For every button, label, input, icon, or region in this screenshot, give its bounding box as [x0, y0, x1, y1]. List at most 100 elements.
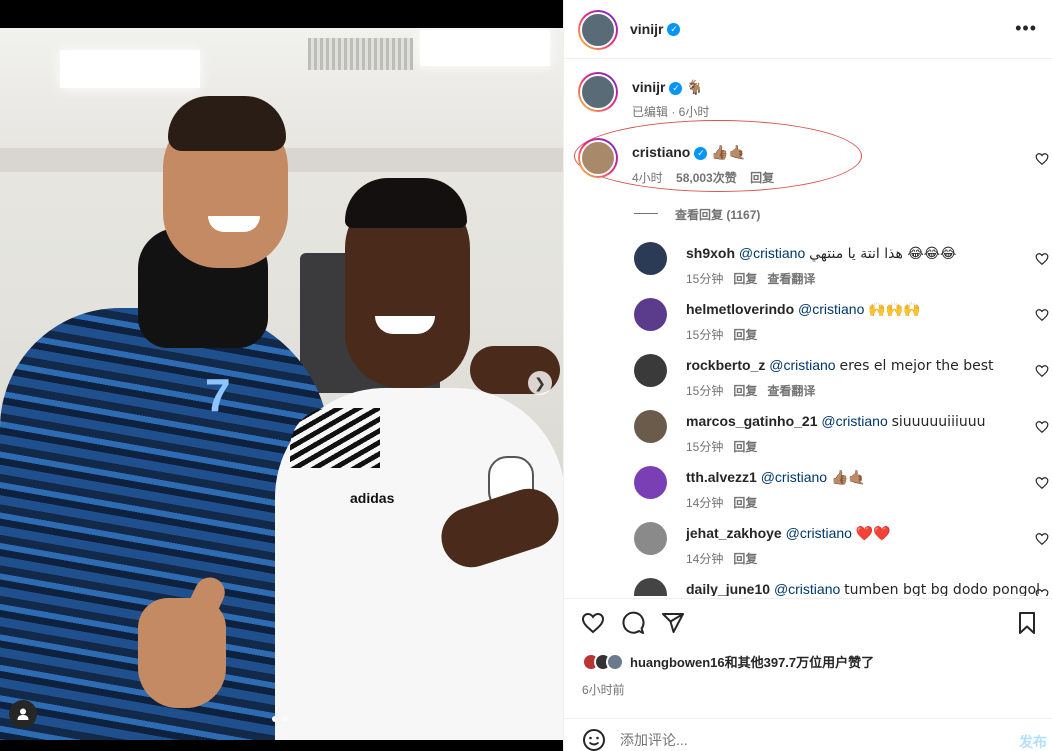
reply-mention[interactable]: @cristiano	[821, 413, 887, 429]
author-username[interactable]: vinijr	[630, 21, 663, 37]
reply-reply-button[interactable]: 回复	[733, 272, 757, 286]
reply-like-heart-icon[interactable]	[1035, 588, 1049, 596]
publish-button[interactable]: 发布	[1019, 732, 1047, 751]
emoji-icon[interactable]	[582, 728, 606, 751]
reply-mention[interactable]: @cristiano	[786, 525, 852, 541]
reply-text: eres el mejor the best	[839, 358, 994, 374]
share-icon[interactable]	[661, 611, 685, 635]
reply-username[interactable]: sh9xoh	[686, 245, 735, 261]
carousel-indicator	[272, 716, 288, 722]
reply-username[interactable]: jehat_zakhoye	[686, 525, 782, 541]
photo-shirt-stripes	[290, 408, 380, 468]
reply-text: 👍🏽🤙🏽	[830, 470, 866, 486]
photo-person-right-smile	[375, 316, 435, 334]
likes-summary-row: huangbowen16和其他397.7万位用户赞了	[582, 652, 874, 671]
photo-ceiling-light	[420, 30, 550, 66]
reply-like-heart-icon[interactable]	[1035, 532, 1049, 546]
caption-author-avatar[interactable]	[578, 72, 618, 112]
caption-username[interactable]: vinijr	[632, 79, 665, 95]
tagged-users-button[interactable]	[9, 700, 37, 728]
reply-avatar[interactable]	[634, 466, 667, 499]
reply-like-heart-icon[interactable]	[1035, 364, 1049, 378]
author-name-row: vinijr ✓	[630, 21, 681, 39]
reply-translate-button[interactable]: 查看翻译	[767, 384, 815, 398]
post-header: vinijr ✓ •••	[564, 0, 1052, 59]
reply-username[interactable]: daily_june10	[686, 581, 770, 596]
heart-icon[interactable]	[581, 611, 605, 635]
caption-line: vinijr ✓ 🐐	[632, 79, 704, 96]
photo-ceiling-light	[60, 50, 200, 88]
more-options-icon[interactable]: •••	[1015, 18, 1037, 39]
comment-like-heart-icon[interactable]	[1035, 152, 1049, 166]
reply-text: ❤️❤️	[855, 526, 891, 542]
carousel-dot	[282, 716, 288, 722]
reply-username[interactable]: rockberto_z	[686, 357, 765, 373]
comment-likes[interactable]: 58,003次赞	[676, 171, 737, 185]
reply-avatar[interactable]	[634, 242, 667, 275]
comment-input[interactable]	[620, 728, 960, 751]
reply-reply-button[interactable]: 回复	[733, 496, 757, 510]
caption-text: 🐐	[686, 80, 704, 96]
comment-icon[interactable]	[621, 611, 645, 635]
reply-line: tth.alvezz1 @cristiano 👍🏽🤙🏽	[686, 469, 866, 486]
comment-meta: 4小时 58,003次赞 回复	[632, 169, 774, 186]
reply-mention[interactable]: @cristiano	[761, 469, 827, 485]
reply-mention[interactable]: @cristiano	[739, 245, 805, 261]
reply-row: tth.alvezz1 @cristiano 👍🏽🤙🏽 14分钟 回复	[564, 456, 1052, 510]
reply-line: jehat_zakhoye @cristiano ❤️❤️	[686, 525, 891, 542]
reply-avatar[interactable]	[634, 298, 667, 331]
reply-time: 15分钟	[686, 272, 724, 286]
reply-username[interactable]: helmetloverindo	[686, 301, 794, 317]
reply-avatar[interactable]	[634, 354, 667, 387]
reply-row: rockberto_z @cristiano eres el mejor the…	[564, 344, 1052, 398]
bookmark-icon[interactable]	[1015, 611, 1039, 635]
reply-text: siuuuuuiiiuuu	[891, 414, 986, 430]
comment-username[interactable]: cristiano	[632, 144, 690, 160]
shirt-brand-logo: adidas	[350, 490, 395, 506]
liker-avatar[interactable]	[606, 652, 624, 671]
reply-line: rockberto_z @cristiano eres el mejor the…	[686, 357, 993, 374]
reply-avatar[interactable]	[634, 410, 667, 443]
reply-line: daily_june10 @cristiano tumben bgt bg do…	[686, 581, 1040, 596]
reply-like-heart-icon[interactable]	[1035, 308, 1049, 322]
replies-divider	[634, 213, 658, 214]
reply-row: daily_june10 @cristiano tumben bgt bg do…	[564, 568, 1052, 596]
next-photo-button[interactable]: ❯	[528, 371, 552, 395]
reply-mention[interactable]: @cristiano	[769, 357, 835, 373]
reply-like-heart-icon[interactable]	[1035, 252, 1049, 266]
reply-reply-button[interactable]: 回复	[733, 384, 757, 398]
comment-reply-button[interactable]: 回复	[750, 171, 774, 185]
reply-line: marcos_gatinho_21 @cristiano siuuuuuiiiu…	[686, 413, 985, 430]
verified-badge-icon: ✓	[669, 81, 683, 95]
comment-line: cristiano ✓ 👍🏽🤙🏽	[632, 144, 746, 161]
verified-badge-icon: ✓	[694, 146, 708, 160]
reply-reply-button[interactable]: 回复	[733, 552, 757, 566]
photo-person-left-hair	[168, 96, 286, 151]
reply-line: helmetloverindo @cristiano 🙌🙌🙌	[686, 301, 921, 318]
reply-time: 14分钟	[686, 552, 724, 566]
commenter-avatar[interactable]	[578, 138, 618, 178]
reply-translate-button[interactable]: 查看翻译	[767, 272, 815, 286]
reply-avatar[interactable]	[634, 522, 667, 555]
comment-bar: 发布	[564, 718, 1052, 751]
reply-row: sh9xoh @cristiano هذا انتة يا منتهي 😂😂😂 1…	[564, 232, 1052, 286]
reply-username[interactable]: tth.alvezz1	[686, 469, 757, 485]
post-photo[interactable]: 7 adidas	[0, 28, 563, 740]
reply-avatar[interactable]	[634, 578, 667, 596]
reply-mention[interactable]: @cristiano	[798, 301, 864, 317]
view-replies-button[interactable]: 查看回复 (1167)	[675, 206, 760, 223]
post-media: 7 adidas ❯	[0, 0, 563, 751]
reply-username[interactable]: marcos_gatinho_21	[686, 413, 818, 429]
author-avatar[interactable]	[578, 10, 618, 50]
jersey-number: 7	[205, 369, 231, 421]
reply-mention[interactable]: @cristiano	[774, 581, 840, 596]
reply-reply-button[interactable]: 回复	[733, 440, 757, 454]
likes-summary[interactable]: huangbowen16和其他397.7万位用户赞了	[630, 652, 874, 671]
comment-row: cristiano ✓ 👍🏽🤙🏽 4小时 58,003次赞 回复	[564, 138, 1052, 190]
reply-meta: 15分钟 回复	[686, 326, 757, 343]
post-action-bar	[564, 598, 1052, 646]
comment-time: 4小时	[632, 171, 663, 185]
reply-like-heart-icon[interactable]	[1035, 476, 1049, 490]
reply-reply-button[interactable]: 回复	[733, 328, 757, 342]
reply-like-heart-icon[interactable]	[1035, 420, 1049, 434]
